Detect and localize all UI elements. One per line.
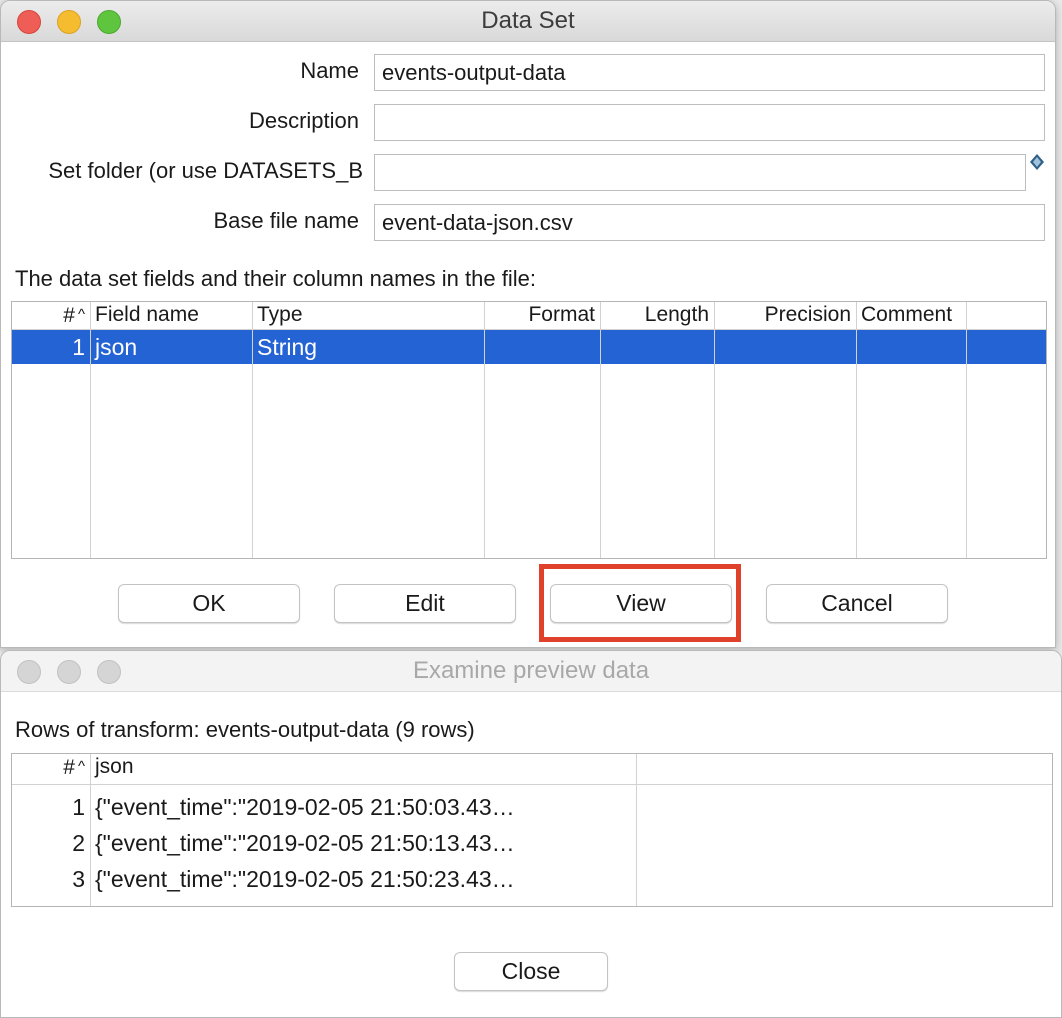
folder-label: Set folder (or use DATASETS_B <box>48 158 363 183</box>
column-divider <box>636 754 637 906</box>
col-header-num[interactable]: # ^ <box>12 302 90 328</box>
close-window-icon[interactable] <box>17 10 41 34</box>
dataset-window: Data Set Name events-output-data Descrip… <box>0 0 1056 648</box>
row-number: 3 <box>72 866 85 892</box>
col-header-json[interactable]: json <box>90 754 636 780</box>
col-header-num[interactable]: # ^ <box>12 754 90 780</box>
zoom-window-icon[interactable] <box>97 660 121 684</box>
row-json[interactable]: {"event_time":"2019-02-05 21:50:13.43… <box>90 826 636 860</box>
minimize-window-icon[interactable] <box>57 660 81 684</box>
minimize-window-icon[interactable] <box>57 10 81 34</box>
folder-field[interactable] <box>374 154 1026 191</box>
fields-table[interactable]: # ^ Field name Type Format Length Precisi… <box>11 301 1047 559</box>
header-divider <box>12 784 1052 785</box>
col-header-type[interactable]: Type <box>252 302 484 328</box>
column-divider <box>714 302 715 558</box>
close-button[interactable]: Close <box>454 952 608 991</box>
column-divider <box>90 302 91 558</box>
name-label: Name <box>300 58 359 83</box>
row-type[interactable]: String <box>252 330 484 364</box>
row-field-name[interactable]: json <box>90 330 252 364</box>
row-json[interactable]: {"event_time":"2019-02-05 21:50:23.43… <box>90 862 636 896</box>
preview-table[interactable]: # ^ json 1 {"event_time":"2019-02-05 21:5… <box>11 753 1053 907</box>
basefile-field[interactable]: event-data-json.csv <box>374 204 1045 241</box>
column-divider <box>966 302 967 558</box>
row-number: 2 <box>72 830 85 856</box>
ok-button[interactable]: OK <box>118 584 300 623</box>
column-divider <box>484 302 485 558</box>
description-label: Description <box>248 108 359 133</box>
column-divider <box>252 302 253 558</box>
preview-window: Examine preview data Rows of transform: … <box>0 650 1062 1018</box>
column-divider <box>856 302 857 558</box>
column-divider <box>600 302 601 558</box>
col-header-precision[interactable]: Precision <box>714 302 856 328</box>
close-window-icon[interactable] <box>17 660 41 684</box>
description-field[interactable] <box>374 104 1045 141</box>
cancel-button[interactable]: Cancel <box>766 584 948 623</box>
view-button-highlight <box>539 564 741 642</box>
preview-titlebar[interactable]: Examine preview data <box>1 651 1061 692</box>
fields-caption: The data set fields and their column nam… <box>15 266 536 291</box>
edit-button[interactable]: Edit <box>334 584 516 623</box>
basefile-label: Base file name <box>213 208 359 233</box>
preview-window-title: Examine preview data <box>412 657 650 684</box>
dataset-titlebar[interactable]: Data Set <box>1 1 1055 42</box>
dataset-window-title: Data Set <box>481 7 575 34</box>
sort-ascending-icon: ^ <box>77 306 85 323</box>
name-field[interactable]: events-output-data <box>374 54 1045 91</box>
zoom-window-icon[interactable] <box>97 10 121 34</box>
row-number: 1 <box>72 334 85 360</box>
preview-caption: Rows of transform: events-output-data (9… <box>15 717 475 742</box>
variable-picker-icon[interactable] <box>1028 153 1046 171</box>
col-header-length[interactable]: Length <box>600 302 714 328</box>
row-json[interactable]: {"event_time":"2019-02-05 21:50:03.43… <box>90 790 636 824</box>
col-header-format[interactable]: Format <box>484 302 600 328</box>
sort-ascending-icon: ^ <box>77 758 85 775</box>
column-divider <box>90 754 91 906</box>
col-header-comment[interactable]: Comment <box>856 302 966 328</box>
col-header-field-name[interactable]: Field name <box>90 302 252 328</box>
row-number: 1 <box>72 794 85 820</box>
